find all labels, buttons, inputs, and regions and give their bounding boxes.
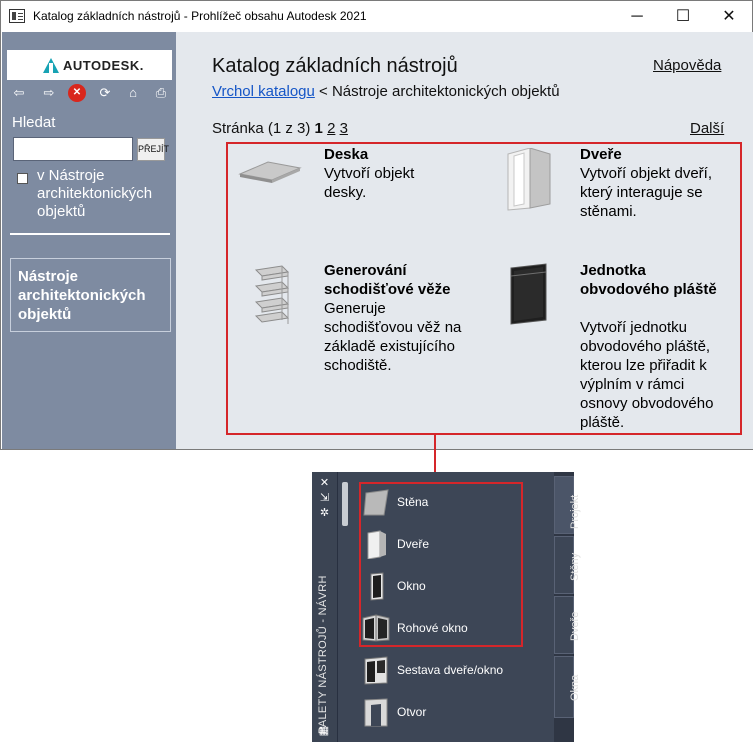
palette-item-label: Stěna bbox=[397, 495, 429, 509]
help-link[interactable]: Nápověda bbox=[653, 57, 721, 74]
corner-window-icon bbox=[362, 614, 390, 642]
forward-icon[interactable]: ⇨ bbox=[40, 84, 58, 102]
autodesk-logo-icon bbox=[43, 58, 59, 73]
window-icon bbox=[370, 572, 384, 601]
tool-description: Generuje schodišťovou věž na základě exi… bbox=[324, 300, 462, 374]
tab-projekt[interactable]: Projekt bbox=[554, 476, 581, 534]
minimize-button[interactable]: ─ bbox=[614, 1, 660, 32]
sidebar-divider bbox=[10, 233, 170, 235]
tab-steny[interactable]: Stěny bbox=[554, 536, 581, 594]
tool-description: Vytvoří jednotku obvodového pláště, kter… bbox=[580, 319, 714, 431]
palette-item-opening[interactable]: Otvor bbox=[362, 697, 532, 727]
title-bar: Katalog základních nástrojů - Prohlížeč … bbox=[1, 1, 752, 32]
catalog-content: Katalog základních nástrojů Nápověda Vrc… bbox=[176, 32, 753, 449]
palette-item-label: Okno bbox=[397, 579, 426, 593]
palette-item-corner-window[interactable]: Rohové okno bbox=[362, 613, 532, 643]
palette-tabs: Projekt Stěny Dveře Okna bbox=[554, 472, 581, 742]
palette-item-wall[interactable]: Stěna bbox=[362, 487, 532, 517]
tool-name: Jednotka obvodového pláště bbox=[580, 262, 717, 298]
current-category-box: Nástroje architektonických objektů bbox=[10, 258, 171, 332]
search-input[interactable] bbox=[13, 137, 133, 161]
current-category: Nástroje architektonických objektů bbox=[18, 268, 146, 323]
door-window-assembly-icon bbox=[364, 656, 388, 685]
refresh-icon[interactable]: ⟳ bbox=[96, 84, 114, 102]
slab-icon bbox=[238, 161, 302, 183]
palette-item-door[interactable]: Dveře bbox=[362, 529, 532, 559]
tab-dvere[interactable]: Dveře bbox=[554, 596, 581, 654]
tool-stair-tower[interactable]: Generování schodišťové věže Generuje sch… bbox=[236, 262, 476, 424]
palette-item-label: Otvor bbox=[397, 705, 427, 719]
door-icon bbox=[507, 148, 551, 211]
scope-checkbox[interactable] bbox=[17, 173, 28, 184]
palette-item-label: Sestava dveře/okno bbox=[397, 663, 504, 677]
palette-item-door-window-assembly[interactable]: Sestava dveře/okno bbox=[362, 655, 532, 685]
print-icon[interactable]: ⎙ bbox=[152, 84, 170, 102]
home-icon[interactable]: ⌂ bbox=[124, 84, 142, 102]
content-browser-window: Katalog základních nástrojů - Prohlížeč … bbox=[0, 0, 753, 450]
nav-toolbar: ⇦ ⇨ ✕ ⟳ ⌂ ⎙ bbox=[8, 82, 173, 104]
palette-item-label: Rohové okno bbox=[397, 621, 468, 635]
tool-palette: ✕ ⇲ ✲ PALETY NÁSTROJŮ - NÁVRH ▦ Stěna Dv… bbox=[312, 472, 581, 742]
close-button[interactable]: ✕ bbox=[706, 1, 752, 32]
pager-prefix: Stránka (1 z 3) bbox=[212, 120, 311, 137]
curtain-wall-unit-icon bbox=[510, 263, 547, 325]
tool-slab[interactable]: Deska Vytvoří objekt desky. bbox=[236, 146, 476, 250]
tool-name: Deska bbox=[324, 146, 369, 163]
window-title: Katalog základních nástrojů - Prohlížeč … bbox=[33, 9, 367, 23]
logo-text: AUTODESK. bbox=[63, 58, 144, 73]
palette-item-label: Dveře bbox=[397, 537, 430, 551]
door-icon bbox=[367, 530, 386, 559]
palette-title: PALETY NÁSTROJŮ - NÁVRH bbox=[317, 575, 329, 734]
go-button[interactable]: PŘEJÍT bbox=[137, 138, 169, 161]
pager: Stránka (1 z 3) 1 2 3 bbox=[212, 120, 348, 137]
close-icon[interactable]: ✕ bbox=[312, 476, 337, 491]
opening-icon bbox=[364, 698, 388, 727]
stair-tower-icon bbox=[254, 265, 290, 324]
tool-curtain-wall-unit[interactable]: Jednotka obvodového pláště Vytvoří jedno… bbox=[506, 262, 741, 434]
wall-icon bbox=[363, 489, 389, 516]
palette-body: Stěna Dveře Okno Rohové okno Sestava dve… bbox=[337, 472, 558, 742]
tab-okna[interactable]: Okna bbox=[554, 656, 581, 718]
palette-scrollbar[interactable] bbox=[342, 482, 348, 526]
breadcrumb-root-link[interactable]: Vrchol katalogu bbox=[212, 83, 315, 100]
next-page-link[interactable]: Další bbox=[690, 120, 724, 137]
tool-name: Generování schodišťové věže bbox=[324, 262, 451, 298]
page-title: Katalog základních nástrojů bbox=[212, 55, 458, 77]
scope-label: v Nástroje architektonických objektů bbox=[37, 167, 153, 220]
back-icon[interactable]: ⇦ bbox=[10, 84, 28, 102]
pager-current: 1 bbox=[314, 120, 323, 137]
properties-icon[interactable]: ✲ bbox=[312, 506, 337, 521]
search-label: Hledat bbox=[12, 114, 56, 131]
pager-page-link[interactable]: 2 bbox=[327, 120, 335, 137]
app-icon bbox=[9, 9, 25, 23]
sidebar: AUTODESK. ⇦ ⇨ ✕ ⟳ ⌂ ⎙ Hledat PŘEJÍT v Ná… bbox=[2, 32, 176, 449]
autohide-icon[interactable]: ⇲ bbox=[312, 491, 337, 506]
autodesk-logo: AUTODESK. bbox=[7, 50, 172, 80]
palette-item-window[interactable]: Okno bbox=[362, 571, 532, 601]
pager-page-link[interactable]: 3 bbox=[340, 120, 348, 137]
breadcrumb-current: Nástroje architektonických objektů bbox=[331, 83, 560, 100]
maximize-button[interactable]: ☐ bbox=[660, 1, 706, 32]
breadcrumb-separator: < bbox=[314, 83, 332, 100]
palette-title-strip: ✕ ⇲ ✲ PALETY NÁSTROJŮ - NÁVRH ▦ bbox=[312, 472, 337, 742]
palette-menu-icon[interactable]: ▦ bbox=[318, 725, 330, 737]
breadcrumb: Vrchol katalogu < Nástroje architektonic… bbox=[212, 83, 560, 100]
stop-icon[interactable]: ✕ bbox=[68, 84, 86, 102]
tool-door[interactable]: Dveře Vytvoří objekt dveří, který intera… bbox=[506, 146, 741, 250]
tool-description: Vytvoří objekt dveří, který interaguje s… bbox=[580, 165, 712, 220]
tool-description: Vytvoří objekt desky. bbox=[324, 165, 415, 201]
tool-name: Dveře bbox=[580, 146, 622, 163]
